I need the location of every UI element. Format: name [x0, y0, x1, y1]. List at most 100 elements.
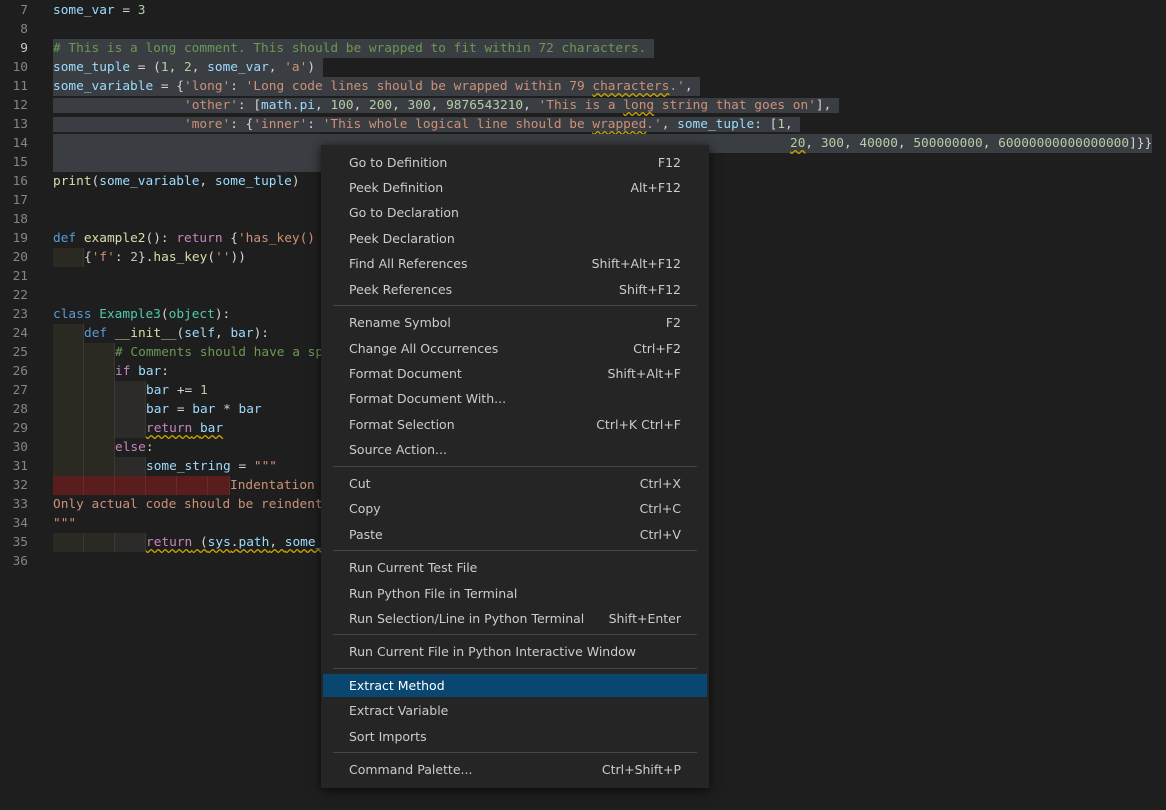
menu-item-label: Sort Imports: [349, 729, 427, 744]
line-number: 11: [12, 79, 28, 94]
line-number: 30: [12, 440, 28, 455]
indent-guide: [53, 324, 84, 343]
indent-guide: [53, 343, 84, 362]
line-number: 9: [20, 41, 28, 56]
menu-item-label: Go to Definition: [349, 155, 448, 170]
menu-item-label: Command Palette...: [349, 762, 473, 777]
indent-guide: [84, 438, 115, 457]
menu-item-shortcut: Ctrl+C: [639, 501, 681, 516]
code-text: bar += 1: [146, 383, 208, 398]
code-text: print(some_variable, some_tuple): [53, 174, 300, 189]
indent-guide: [53, 438, 84, 457]
editor-line[interactable]: 7 some_var = 3: [0, 1, 1166, 20]
editor-line[interactable]: 13 'more': {'inner': 'This whole logical…: [0, 115, 1166, 134]
menu-item-source-action[interactable]: Source Action...: [323, 438, 707, 461]
code-text: def __init__(self, bar):: [84, 326, 269, 341]
indent-error-guide: [177, 476, 208, 495]
code-text: some_tuple = (1, 2, some_var, 'a'): [53, 58, 323, 77]
indent-error-guide: [84, 476, 115, 495]
indent-guide: [84, 457, 115, 476]
code-text: # Comments should have a sp: [115, 345, 324, 360]
menu-item-peek-declaration[interactable]: Peek Declaration: [323, 227, 707, 250]
menu-item-change-all-occurrences[interactable]: Change All Occurrences Ctrl+F2: [323, 337, 707, 360]
menu-item-extract-variable[interactable]: Extract Variable: [323, 699, 707, 722]
menu-item-label: Peek References: [349, 282, 453, 297]
menu-separator: [333, 668, 697, 669]
line-number: 12: [12, 98, 28, 113]
indent-guide: [115, 381, 146, 400]
editor-line[interactable]: 9 # This is a long comment. This should …: [0, 39, 1166, 58]
line-number: 28: [12, 402, 28, 417]
line-number: 7: [20, 3, 28, 18]
code-text: def example2(): return {'has_key(): [53, 231, 316, 246]
line-number: 21: [12, 269, 28, 284]
menu-item-run-python-file-in-terminal[interactable]: Run Python File in Terminal: [323, 582, 707, 605]
line-number: 24: [12, 326, 28, 341]
indent-error-guide: [146, 476, 177, 495]
menu-item-label: Cut: [349, 476, 371, 491]
menu-item-find-all-references[interactable]: Find All References Shift+Alt+F12: [323, 252, 707, 275]
indent-guide: [53, 457, 84, 476]
editor-line[interactable]: 8: [0, 20, 1166, 39]
menu-item-format-selection[interactable]: Format Selection Ctrl+K Ctrl+F: [323, 413, 707, 436]
code-text: some_string = """: [146, 459, 277, 474]
menu-item-run-in-interactive-window[interactable]: Run Current File in Python Interactive W…: [323, 640, 707, 663]
menu-item-label: Go to Declaration: [349, 205, 459, 220]
menu-item-shortcut: Ctrl+X: [639, 476, 681, 491]
code-text: {'f': 2}.has_key('')): [84, 250, 246, 265]
line-number: 34: [12, 516, 28, 531]
menu-item-command-palette[interactable]: Command Palette... Ctrl+Shift+P: [323, 758, 707, 781]
indent-guide: [53, 419, 84, 438]
menu-item-label: Format Document With...: [349, 391, 507, 406]
menu-item-format-document[interactable]: Format Document Shift+Alt+F: [323, 362, 707, 385]
menu-item-shortcut: Ctrl+V: [639, 527, 681, 542]
menu-item-label: Format Document: [349, 366, 462, 381]
line-number: 31: [12, 459, 28, 474]
menu-item-copy[interactable]: Copy Ctrl+C: [323, 497, 707, 520]
menu-item-label: Change All Occurrences: [349, 341, 499, 356]
menu-item-format-document-with[interactable]: Format Document With...: [323, 387, 707, 410]
editor-line[interactable]: 12 'other': [math.pi, 100, 200, 300, 987…: [0, 96, 1166, 115]
menu-item-shortcut: Shift+F12: [619, 282, 681, 297]
menu-item-shortcut: Shift+Alt+F12: [591, 256, 681, 271]
menu-item-sort-imports[interactable]: Sort Imports: [323, 725, 707, 748]
code-text: 'more': {'inner': 'This whole logical li…: [53, 115, 801, 134]
line-number: 33: [12, 497, 28, 512]
menu-item-label: Peek Declaration: [349, 231, 455, 246]
menu-item-paste[interactable]: Paste Ctrl+V: [323, 523, 707, 546]
line-number: 32: [12, 478, 28, 493]
line-number: 26: [12, 364, 28, 379]
indent-guide: [115, 400, 146, 419]
menu-item-peek-definition[interactable]: Peek Definition Alt+F12: [323, 176, 707, 199]
menu-item-label: Run Python File in Terminal: [349, 586, 518, 601]
menu-item-extract-method[interactable]: Extract Method: [323, 674, 707, 697]
line-number: 17: [12, 193, 28, 208]
menu-item-label: Peek Definition: [349, 180, 444, 195]
code-text: Only actual code should be reindent: [53, 497, 323, 512]
code-text: return (sys.path, some_: [146, 535, 324, 550]
menu-item-go-to-declaration[interactable]: Go to Declaration: [323, 201, 707, 224]
menu-separator: [333, 305, 697, 306]
indent-guide: [84, 381, 115, 400]
line-number: 25: [12, 345, 28, 360]
menu-item-cut[interactable]: Cut Ctrl+X: [323, 472, 707, 495]
code-text: 'other': [math.pi, 100, 200, 300, 987654…: [53, 96, 840, 115]
indent-error-guide: [53, 476, 84, 495]
menu-item-peek-references[interactable]: Peek References Shift+F12: [323, 278, 707, 301]
menu-item-go-to-definition[interactable]: Go to Definition F12: [323, 151, 707, 174]
menu-separator: [333, 550, 697, 551]
code-text: 20, 300, 40000, 500000000, 6000000000000…: [790, 134, 1153, 153]
editor-line[interactable]: 10 some_tuple = (1, 2, some_var, 'a'): [0, 58, 1166, 77]
indent-guide: [53, 248, 84, 267]
menu-item-label: Source Action...: [349, 442, 447, 457]
indent-guide: [115, 533, 146, 552]
menu-item-shortcut: Alt+F12: [630, 180, 682, 195]
menu-item-run-selection-in-terminal[interactable]: Run Selection/Line in Python Terminal Sh…: [323, 607, 707, 630]
indent-guide: [53, 362, 84, 381]
menu-item-label: Run Selection/Line in Python Terminal: [349, 611, 585, 626]
menu-item-rename-symbol[interactable]: Rename Symbol F2: [323, 311, 707, 334]
menu-item-run-current-test-file[interactable]: Run Current Test File: [323, 556, 707, 579]
indent-guide: [53, 381, 84, 400]
editor-line[interactable]: 11 some_variable = {'long': 'Long code l…: [0, 77, 1166, 96]
code-text: some_var = 3: [53, 3, 146, 18]
